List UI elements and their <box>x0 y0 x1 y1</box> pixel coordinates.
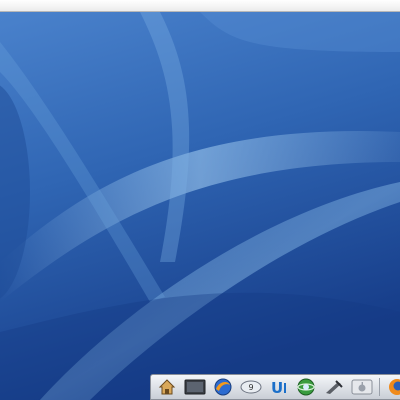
dock-item-home[interactable] <box>155 376 179 398</box>
dock-item-terminal[interactable] <box>183 376 207 398</box>
dock-item-apple[interactable] <box>350 376 374 398</box>
desktop-wallpaper <box>0 12 400 400</box>
terminal-icon <box>184 379 206 395</box>
dock-item-chat[interactable]: 9 <box>239 376 263 398</box>
dock-item-tool[interactable] <box>322 376 346 398</box>
chat-icon: 9 <box>240 379 262 395</box>
dock-item-media[interactable]: U <box>267 376 291 398</box>
firefox-icon <box>387 377 400 397</box>
dock-separator <box>379 378 381 396</box>
home-icon <box>158 378 176 396</box>
globe-icon <box>296 377 316 397</box>
dock-item-firefox[interactable] <box>385 376 400 398</box>
tool-icon <box>324 378 344 396</box>
apple-icon <box>351 379 373 395</box>
media-label: U <box>271 379 283 396</box>
dock-item-globe[interactable] <box>294 376 318 398</box>
media-icon: U <box>269 378 289 396</box>
browser-icon <box>213 377 233 397</box>
chat-badge: 9 <box>248 383 253 392</box>
dock: 9 U <box>150 374 400 400</box>
top-menu-bar[interactable] <box>0 0 400 12</box>
dock-item-browser[interactable] <box>211 376 235 398</box>
